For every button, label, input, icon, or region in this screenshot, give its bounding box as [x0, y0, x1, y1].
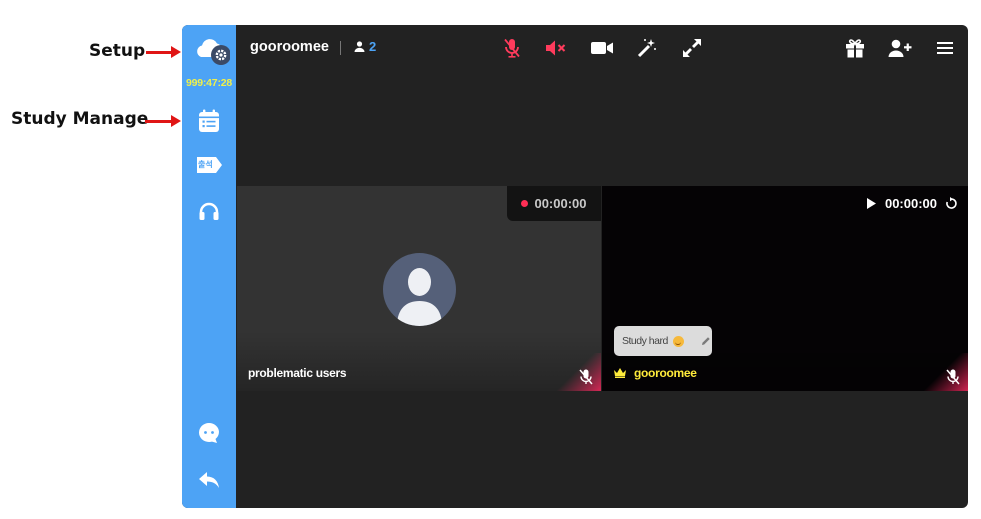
- exit-button[interactable]: [197, 469, 221, 491]
- calendar-list-icon: [199, 109, 219, 132]
- attendance-button[interactable]: 출석: [195, 155, 223, 175]
- tile-username: problematic users: [248, 366, 347, 380]
- mic-muted-icon: [504, 38, 520, 58]
- reply-arrow-icon: [199, 472, 219, 488]
- session-timer: 999:47:28: [185, 77, 233, 89]
- tile-mic-status: [924, 353, 968, 391]
- recording-timer: 00:00:00: [507, 186, 601, 221]
- reset-icon[interactable]: [945, 197, 958, 210]
- chat-button[interactable]: [197, 421, 221, 445]
- mic-toggle-button[interactable]: [500, 36, 524, 60]
- camera-toggle-button[interactable]: [589, 36, 615, 60]
- room-name: gooroomee: [250, 39, 329, 55]
- crown-icon: [614, 368, 626, 378]
- speaker-toggle-button[interactable]: [544, 36, 568, 60]
- divider: [340, 41, 341, 55]
- meeting-window: 999:47:28 출석 gooroomee 2 00:00:00 proble…: [182, 25, 968, 508]
- participant-count[interactable]: 2: [354, 39, 376, 54]
- mic-muted-icon: [579, 369, 593, 385]
- magic-wand-icon: [637, 39, 656, 58]
- speaker-muted-icon: [546, 40, 566, 56]
- cloud-gear-icon: [197, 39, 230, 65]
- sidebar: 999:47:28 출석: [182, 25, 236, 508]
- play-icon[interactable]: [866, 197, 877, 210]
- recording-time: 00:00:00: [534, 196, 587, 211]
- add-user-icon: [888, 39, 912, 57]
- menu-button[interactable]: [933, 36, 957, 60]
- study-manage-arrow: [145, 115, 181, 127]
- attendance-label: 출석: [198, 160, 213, 169]
- chat-bubble-icon: [199, 422, 219, 443]
- mic-muted-icon: [946, 369, 960, 385]
- tile-shade: [237, 331, 601, 391]
- user-icon: [354, 41, 365, 52]
- setup-annotation: Setup: [89, 41, 146, 61]
- video-tile-problematic-users[interactable]: 00:00:00 problematic users: [237, 186, 601, 391]
- study-timer: 00:00:00: [856, 186, 968, 221]
- fullscreen-button[interactable]: [680, 36, 704, 60]
- smile-emoji-icon: [672, 335, 684, 347]
- camera-icon: [591, 42, 613, 54]
- video-tile-gooroomee[interactable]: 00:00:00 Study hard gooroomee: [602, 186, 968, 391]
- tile-mic-status: [557, 353, 601, 391]
- audio-button[interactable]: [197, 200, 221, 222]
- fullscreen-icon: [683, 39, 701, 57]
- pencil-icon[interactable]: [701, 336, 711, 346]
- effects-button[interactable]: [635, 36, 659, 60]
- study-manage-annotation: Study Manage: [11, 109, 149, 129]
- study-timer-time: 00:00:00: [884, 196, 938, 211]
- headphones-icon: [199, 202, 219, 220]
- invite-user-button[interactable]: [887, 36, 913, 60]
- gift-icon: [846, 39, 864, 58]
- gift-button[interactable]: [843, 36, 867, 60]
- menu-icon: [937, 42, 953, 54]
- setup-arrow: [146, 46, 181, 58]
- study-manage-button[interactable]: [197, 109, 221, 133]
- settings-button[interactable]: [192, 35, 230, 67]
- recording-dot-icon: [521, 200, 529, 207]
- participant-count-value: 2: [369, 39, 377, 54]
- status-message[interactable]: Study hard: [614, 326, 712, 356]
- tile-username: gooroomee: [634, 366, 697, 380]
- status-text: Study hard: [622, 335, 668, 347]
- top-bar: gooroomee 2: [236, 25, 968, 71]
- person-silhouette-icon: [397, 268, 442, 326]
- avatar: [383, 253, 456, 326]
